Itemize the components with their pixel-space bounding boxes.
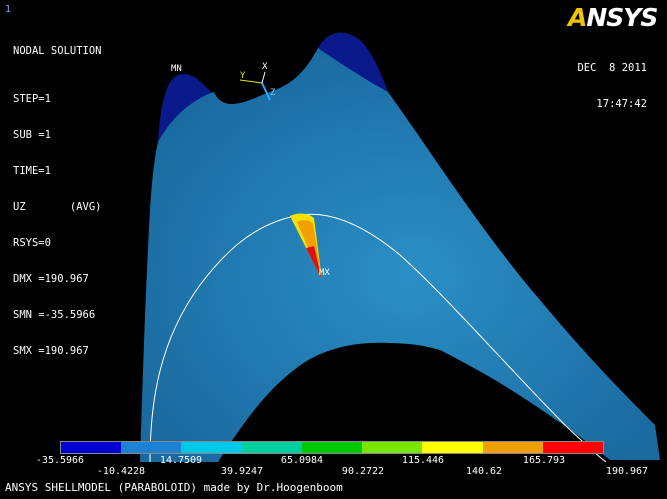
- contour-legend: [60, 441, 604, 454]
- legend-swatch: [301, 442, 363, 453]
- window-number: 1: [5, 4, 12, 15]
- legend-swatch: [61, 442, 122, 453]
- date-time: DEC 8 2011 17:47:42: [577, 38, 647, 134]
- legend-label: 115.446: [401, 455, 445, 466]
- triad-x-label: X: [262, 62, 268, 72]
- time-text: 17:47:42: [596, 98, 647, 110]
- legend-swatch: [362, 442, 423, 453]
- legend-swatch: [121, 442, 182, 453]
- info-uz: UZ (AVG): [13, 201, 102, 213]
- legend-label: -10.4228: [96, 466, 146, 477]
- triad-y-label: Y: [240, 71, 246, 81]
- ansys-logo: ANSYS: [568, 3, 658, 32]
- solution-title: NODAL SOLUTION: [13, 45, 102, 57]
- legend-label: 90.2722: [341, 466, 385, 477]
- info-time: TIME=1: [13, 165, 51, 177]
- legend-label: 65.0984: [280, 455, 324, 466]
- legend-label: 140.62: [465, 466, 503, 477]
- legend-label: 14.7509: [159, 455, 203, 466]
- info-smx: SMX =190.967: [13, 345, 89, 357]
- legend-label: -35.5966: [35, 455, 85, 466]
- legend-label: 39.9247: [220, 466, 264, 477]
- legend-swatch: [181, 442, 242, 453]
- info-rsys: RSYS=0: [13, 237, 51, 249]
- min-marker: MN: [171, 64, 182, 74]
- legend-swatch: [241, 442, 302, 453]
- legend-label: 165.793: [522, 455, 566, 466]
- model-caption: ANSYS SHELLMODEL (PARABOLOID) made by Dr…: [5, 481, 343, 494]
- info-step: STEP=1: [13, 93, 51, 105]
- legend-swatch: [422, 442, 483, 453]
- triad-z-label: Z: [270, 88, 276, 98]
- legend-swatch: [482, 442, 543, 453]
- solution-info: NODAL SOLUTION STEP=1 SUB =1 TIME=1 UZ (…: [13, 21, 102, 381]
- info-dmx: DMX =190.967: [13, 273, 89, 285]
- legend-swatch: [542, 442, 603, 453]
- graphics-viewport[interactable]: 1 NODAL SOLUTION STEP=1 SUB =1 TIME=1 UZ…: [0, 0, 667, 499]
- info-sub: SUB =1: [13, 129, 51, 141]
- date-text: DEC 8 2011: [577, 62, 647, 74]
- max-marker: MX: [319, 268, 330, 278]
- legend-label: 190.967: [605, 466, 649, 477]
- info-smn: SMN =-35.5966: [13, 309, 96, 321]
